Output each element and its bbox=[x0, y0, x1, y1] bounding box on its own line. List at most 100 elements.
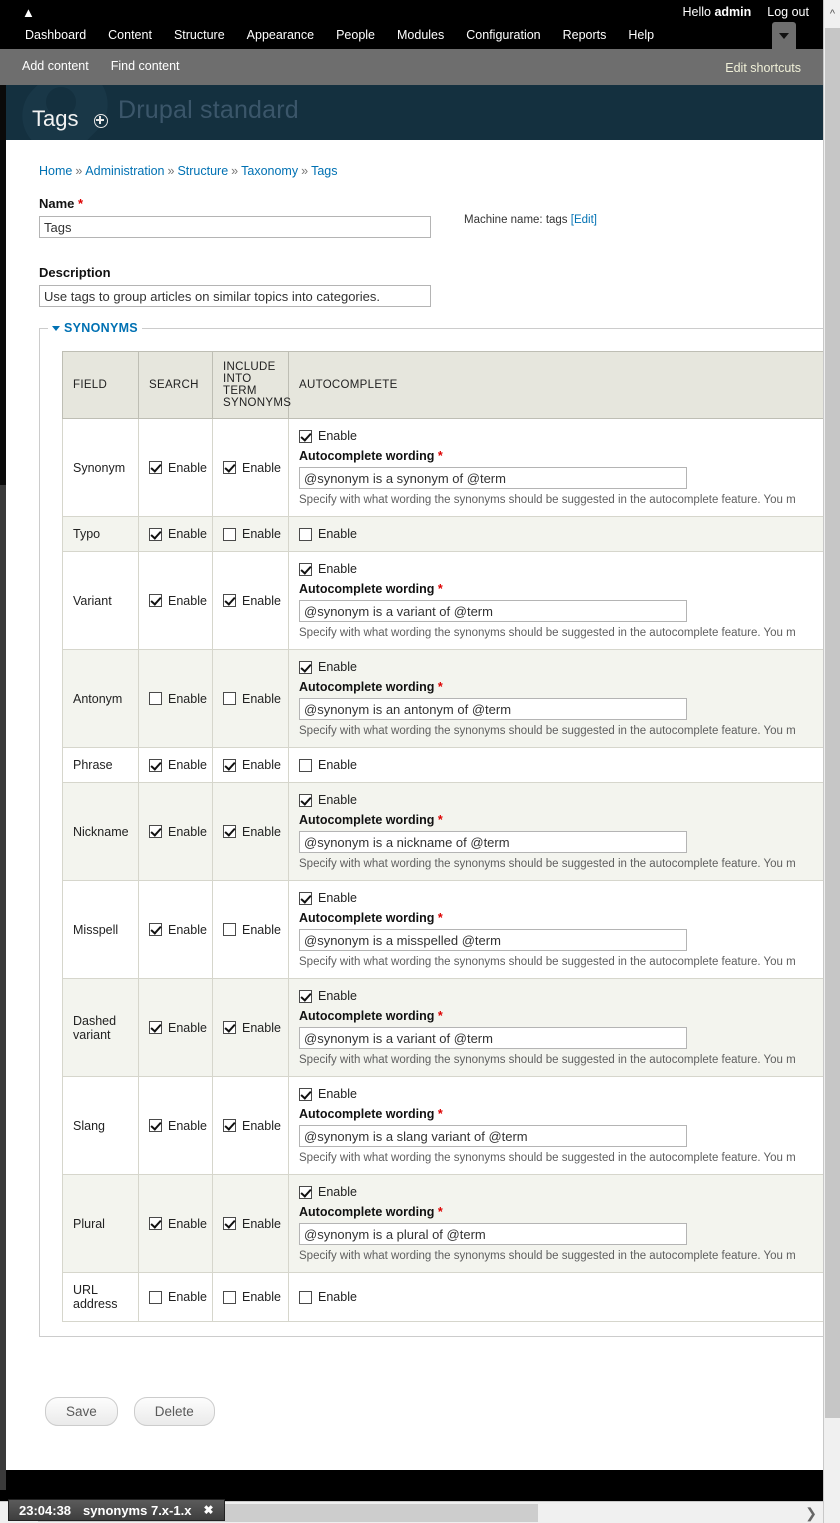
cell-include-enable-toggle[interactable]: Enable bbox=[223, 461, 281, 475]
checkbox-icon[interactable] bbox=[299, 1290, 312, 1304]
checkbox-icon[interactable] bbox=[149, 758, 162, 772]
autocomplete-enable-toggle[interactable]: Enable bbox=[299, 758, 823, 772]
checkbox-icon[interactable] bbox=[149, 1217, 162, 1230]
cell-search-enable-toggle[interactable]: Enable bbox=[149, 527, 207, 541]
cell-search-enable-toggle[interactable]: Enable bbox=[149, 825, 207, 839]
checkbox-icon[interactable] bbox=[149, 1021, 162, 1034]
checkbox-icon[interactable] bbox=[149, 1290, 162, 1304]
cell-search-enable-toggle[interactable]: Enable bbox=[149, 1119, 207, 1133]
chevron-right-icon[interactable]: ❯ bbox=[805, 1503, 817, 1523]
autocomplete-wording-input[interactable] bbox=[299, 1125, 687, 1147]
vertical-scrollbar[interactable]: ^ bbox=[823, 0, 840, 1523]
breadcrumb-administration[interactable]: Administration bbox=[85, 164, 164, 178]
checkbox-icon[interactable] bbox=[149, 923, 162, 936]
toolbar-shortcuts-toggle[interactable] bbox=[772, 22, 796, 49]
checkbox-icon[interactable] bbox=[149, 461, 162, 474]
save-button[interactable]: Save bbox=[45, 1397, 118, 1426]
autocomplete-wording-input[interactable] bbox=[299, 929, 687, 951]
breadcrumb-tags[interactable]: Tags bbox=[311, 164, 337, 178]
cell-search-enable-toggle[interactable]: Enable bbox=[149, 1290, 207, 1304]
cell-include-enable-toggle[interactable]: Enable bbox=[223, 1290, 281, 1304]
checkbox-icon[interactable] bbox=[223, 692, 236, 705]
cell-include-enable-toggle[interactable]: Enable bbox=[223, 1217, 281, 1231]
breadcrumb-home[interactable]: Home bbox=[39, 164, 72, 178]
autocomplete-enable-toggle[interactable]: Enable bbox=[299, 989, 823, 1003]
checkbox-icon[interactable] bbox=[299, 562, 312, 576]
autocomplete-wording-input[interactable] bbox=[299, 831, 687, 853]
home-icon[interactable]: ▲​ bbox=[22, 6, 35, 19]
autocomplete-wording-input[interactable] bbox=[299, 467, 687, 489]
cell-include-enable-toggle[interactable]: Enable bbox=[223, 1021, 281, 1035]
close-icon[interactable]: ✖ bbox=[203, 1503, 213, 1517]
checkbox-icon[interactable] bbox=[299, 660, 312, 674]
autocomplete-enable-toggle[interactable]: Enable bbox=[299, 793, 823, 807]
cell-include-enable-toggle[interactable]: Enable bbox=[223, 527, 281, 541]
toolbar-item-modules[interactable]: Modules bbox=[386, 26, 455, 44]
breadcrumb-taxonomy[interactable]: Taxonomy bbox=[241, 164, 298, 178]
taskbar-window-button[interactable]: 23:04:38 synonyms 7.x-1.x ✖ bbox=[8, 1499, 225, 1521]
checkbox-icon[interactable] bbox=[299, 758, 312, 772]
checkbox-icon[interactable] bbox=[223, 594, 236, 607]
delete-button[interactable]: Delete bbox=[133, 1397, 215, 1426]
autocomplete-enable-toggle[interactable]: Enable bbox=[299, 660, 823, 674]
cell-include-enable-toggle[interactable]: Enable bbox=[223, 594, 281, 608]
cell-include-enable-toggle[interactable]: Enable bbox=[223, 923, 281, 937]
autocomplete-enable-toggle[interactable]: Enable bbox=[299, 1290, 823, 1304]
cell-search-enable-toggle[interactable]: Enable bbox=[149, 1217, 207, 1231]
autocomplete-wording-input[interactable] bbox=[299, 1027, 687, 1049]
vertical-scrollbar-thumb[interactable] bbox=[825, 28, 840, 1418]
toolbar-item-reports[interactable]: Reports bbox=[552, 26, 618, 44]
toolbar-item-appearance[interactable]: Appearance bbox=[236, 26, 325, 44]
toolbar-item-help[interactable]: Help bbox=[617, 26, 665, 44]
cell-search-enable-toggle[interactable]: Enable bbox=[149, 758, 207, 772]
autocomplete-enable-toggle[interactable]: Enable bbox=[299, 1087, 823, 1101]
name-input[interactable] bbox=[39, 216, 431, 238]
checkbox-icon[interactable] bbox=[223, 1290, 236, 1304]
checkbox-icon[interactable] bbox=[223, 825, 236, 838]
autocomplete-enable-toggle[interactable]: Enable bbox=[299, 1185, 823, 1199]
checkbox-icon[interactable] bbox=[223, 527, 236, 541]
checkbox-icon[interactable] bbox=[299, 1185, 312, 1199]
checkbox-icon[interactable] bbox=[299, 527, 312, 541]
checkbox-icon[interactable] bbox=[223, 1119, 236, 1132]
checkbox-icon[interactable] bbox=[299, 891, 312, 905]
synonyms-fieldset-legend[interactable]: SYNONYMS bbox=[48, 321, 142, 335]
checkbox-icon[interactable] bbox=[149, 692, 162, 705]
checkbox-icon[interactable] bbox=[299, 989, 312, 1003]
autocomplete-wording-input[interactable] bbox=[299, 1223, 687, 1245]
edit-shortcuts-link[interactable]: Edit shortcuts bbox=[725, 61, 801, 75]
cell-include-enable-toggle[interactable]: Enable bbox=[223, 692, 281, 706]
cell-search-enable-toggle[interactable]: Enable bbox=[149, 461, 207, 475]
autocomplete-wording-input[interactable] bbox=[299, 600, 687, 622]
cell-search-enable-toggle[interactable]: Enable bbox=[149, 594, 207, 608]
cell-include-enable-toggle[interactable]: Enable bbox=[223, 758, 281, 772]
configure-icon[interactable] bbox=[94, 114, 108, 128]
autocomplete-enable-toggle[interactable]: Enable bbox=[299, 429, 823, 443]
toolbar-item-dashboard[interactable]: Dashboard bbox=[14, 26, 97, 44]
checkbox-icon[interactable] bbox=[223, 758, 236, 772]
checkbox-icon[interactable] bbox=[223, 1217, 236, 1230]
shortcut-find-content[interactable]: Find content bbox=[111, 59, 180, 73]
checkbox-icon[interactable] bbox=[149, 527, 162, 541]
chevron-up-icon[interactable]: ^ bbox=[824, 8, 840, 20]
checkbox-icon[interactable] bbox=[299, 429, 312, 443]
machine-name-edit-link[interactable]: [Edit] bbox=[571, 214, 597, 226]
autocomplete-enable-toggle[interactable]: Enable bbox=[299, 562, 823, 576]
checkbox-icon[interactable] bbox=[223, 461, 236, 474]
checkbox-icon[interactable] bbox=[223, 923, 236, 936]
checkbox-icon[interactable] bbox=[149, 825, 162, 838]
checkbox-icon[interactable] bbox=[299, 1087, 312, 1101]
checkbox-icon[interactable] bbox=[149, 1119, 162, 1132]
toolbar-item-content[interactable]: Content bbox=[97, 26, 163, 44]
checkbox-icon[interactable] bbox=[299, 793, 312, 807]
toolbar-item-configuration[interactable]: Configuration bbox=[455, 26, 551, 44]
cell-search-enable-toggle[interactable]: Enable bbox=[149, 1021, 207, 1035]
checkbox-icon[interactable] bbox=[223, 1021, 236, 1034]
toolbar-item-structure[interactable]: Structure bbox=[163, 26, 236, 44]
autocomplete-wording-input[interactable] bbox=[299, 698, 687, 720]
autocomplete-enable-toggle[interactable]: Enable bbox=[299, 891, 823, 905]
checkbox-icon[interactable] bbox=[149, 594, 162, 607]
autocomplete-enable-toggle[interactable]: Enable bbox=[299, 527, 823, 541]
cell-include-enable-toggle[interactable]: Enable bbox=[223, 1119, 281, 1133]
description-input[interactable] bbox=[39, 285, 431, 307]
